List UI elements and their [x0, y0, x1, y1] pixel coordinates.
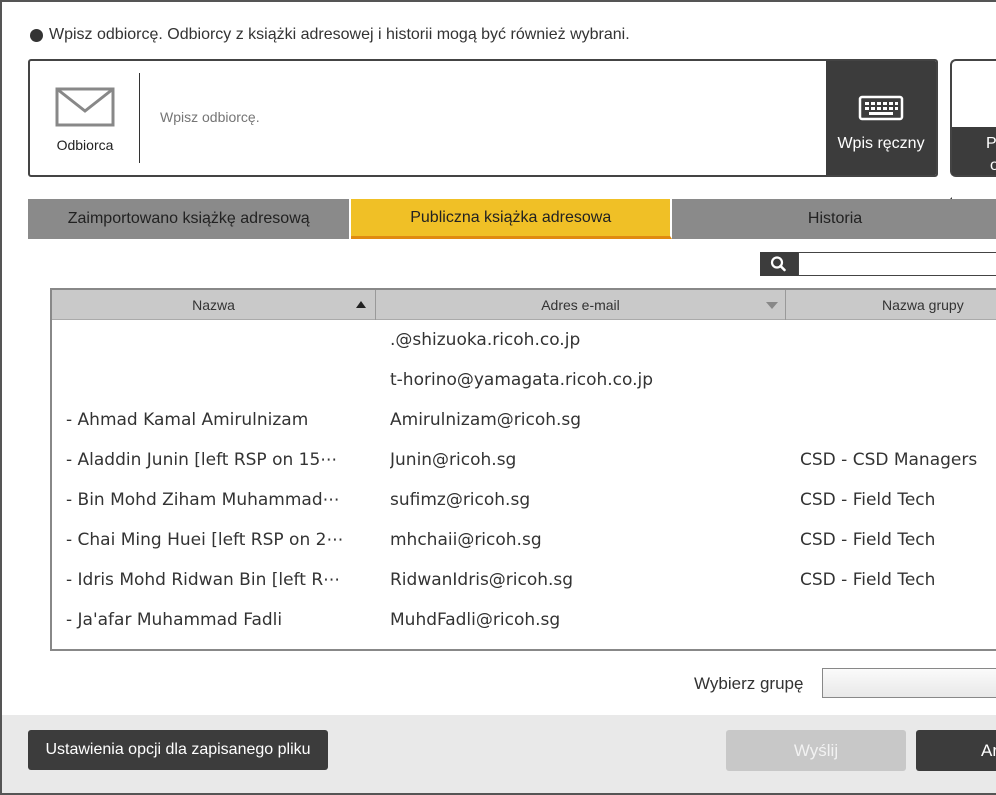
manual-entry-button[interactable]: Wpis ręczny — [826, 61, 936, 175]
search-icon — [770, 256, 786, 272]
tab-public-address-book[interactable]: Publiczna książka adresowa — [351, 199, 673, 239]
table-row[interactable]: .@shizuoka.ricoh.co.jp — [52, 320, 996, 360]
row-email: mhchaii@ricoh.sg — [390, 530, 542, 550]
row-name: - Ahmad Kamal Amirulnizam — [66, 410, 309, 430]
column-header-group[interactable]: Nazwa grupy — [786, 290, 996, 320]
recipient-box: Odbiorca Wpis ręczny — [28, 59, 938, 177]
tab-history[interactable]: Historia — [672, 199, 996, 239]
row-name: - Aladdin Junin [left RSP on 15⋯ — [66, 450, 338, 470]
sort-ascending-icon — [356, 301, 366, 308]
bullet-icon — [30, 28, 43, 42]
tab-imported-address-book[interactable]: Zaimportowano książkę adresową — [28, 199, 352, 239]
row-email: t-horino@yamagata.ricoh.co.jp — [390, 370, 654, 390]
recipient-input[interactable] — [160, 109, 810, 125]
column-header-group-label: Nazwa grupy — [882, 297, 964, 313]
dialog-frame: Wpisz odbiorcę. Odbiorcy z książki adres… — [0, 0, 996, 795]
table-row[interactable]: - Aladdin Junin [left RSP on 15⋯ Junin@r… — [52, 440, 996, 480]
recipient-button[interactable]: Odbiorca — [30, 61, 140, 175]
search-button[interactable] — [760, 252, 798, 276]
row-email: sufimz@ricoh.sg — [390, 490, 531, 510]
cancel-button[interactable]: Ar — [916, 730, 996, 771]
row-name: - Bin Mohd Ziham Muhammad⋯ — [66, 490, 340, 510]
row-name: - Chai Ming Huei [left RSP on 2⋯ — [66, 530, 344, 550]
side-panel-text-2: o — [986, 155, 996, 177]
table-row[interactable]: - Ahmad Kamal Amirulnizam Amirulnizam@ri… — [52, 400, 996, 440]
side-panel-label: Po o — [944, 127, 996, 213]
side-panel-button[interactable]: Po o — [944, 59, 996, 213]
instruction-label: Wpisz odbiorcę. Odbiorcy z książki adres… — [49, 26, 630, 43]
send-button[interactable]: Wyślij — [726, 730, 906, 771]
column-header-name[interactable]: Nazwa — [52, 290, 376, 320]
group-select[interactable] — [822, 668, 996, 698]
row-email: .@shizuoka.ricoh.co.jp — [390, 330, 581, 350]
row-email: MuhdFadli@ricoh.sg — [390, 610, 561, 630]
column-header-name-label: Nazwa — [192, 297, 235, 313]
row-name: - Ja'afar Muhammad Fadli — [66, 610, 283, 630]
manual-entry-label: Wpis ręczny — [837, 135, 925, 152]
side-panel-text-1: Po — [986, 135, 996, 152]
address-book-tabs: Zaimportowano książkę adresową Publiczna… — [28, 199, 996, 239]
table-header: Nazwa Adres e-mail Nazwa grupy — [52, 290, 996, 320]
table-row[interactable]: - Chai Ming Huei [left RSP on 2⋯ mhchaii… — [52, 520, 996, 560]
keyboard-icon — [858, 95, 904, 121]
row-email: Amirulnizam@ricoh.sg — [390, 410, 582, 430]
row-group: CSD - Field Tech — [800, 530, 936, 550]
row-group: CSD - CSD Managers — [800, 450, 978, 470]
envelope-icon — [55, 87, 115, 127]
row-email: Junin@ricoh.sg — [390, 450, 517, 470]
row-group: CSD - Field Tech — [800, 570, 936, 590]
instruction-text: Wpisz odbiorcę. Odbiorcy z książki adres… — [30, 26, 630, 44]
recipient-divider — [139, 73, 140, 163]
table-row[interactable]: - Ja'afar Muhammad Fadli MuhdFadli@ricoh… — [52, 600, 996, 640]
row-email: RidwanIdris@ricoh.sg — [390, 570, 574, 590]
row-name: - Idris Mohd Ridwan Bin [left R⋯ — [66, 570, 341, 590]
column-header-email[interactable]: Adres e-mail — [376, 290, 786, 320]
recipient-label: Odbiorca — [56, 137, 114, 153]
table-row[interactable]: - Idris Mohd Ridwan Bin [left R⋯ RidwanI… — [52, 560, 996, 600]
file-options-button[interactable]: Ustawienia opcji dla zapisanego pliku — [28, 730, 328, 770]
search-input[interactable] — [798, 252, 996, 276]
group-select-label: Wybierz grupę — [694, 674, 804, 693]
row-group: CSD - Field Tech — [800, 490, 936, 510]
column-header-email-label: Adres e-mail — [541, 297, 620, 313]
address-table: Nazwa Adres e-mail Nazwa grupy .@shizuok… — [50, 288, 996, 651]
sort-descending-icon — [766, 302, 778, 309]
table-row[interactable]: t-horino@yamagata.ricoh.co.jp — [52, 360, 996, 400]
table-row[interactable]: - Bin Mohd Ziham Muhammad⋯ sufimz@ricoh.… — [52, 480, 996, 520]
